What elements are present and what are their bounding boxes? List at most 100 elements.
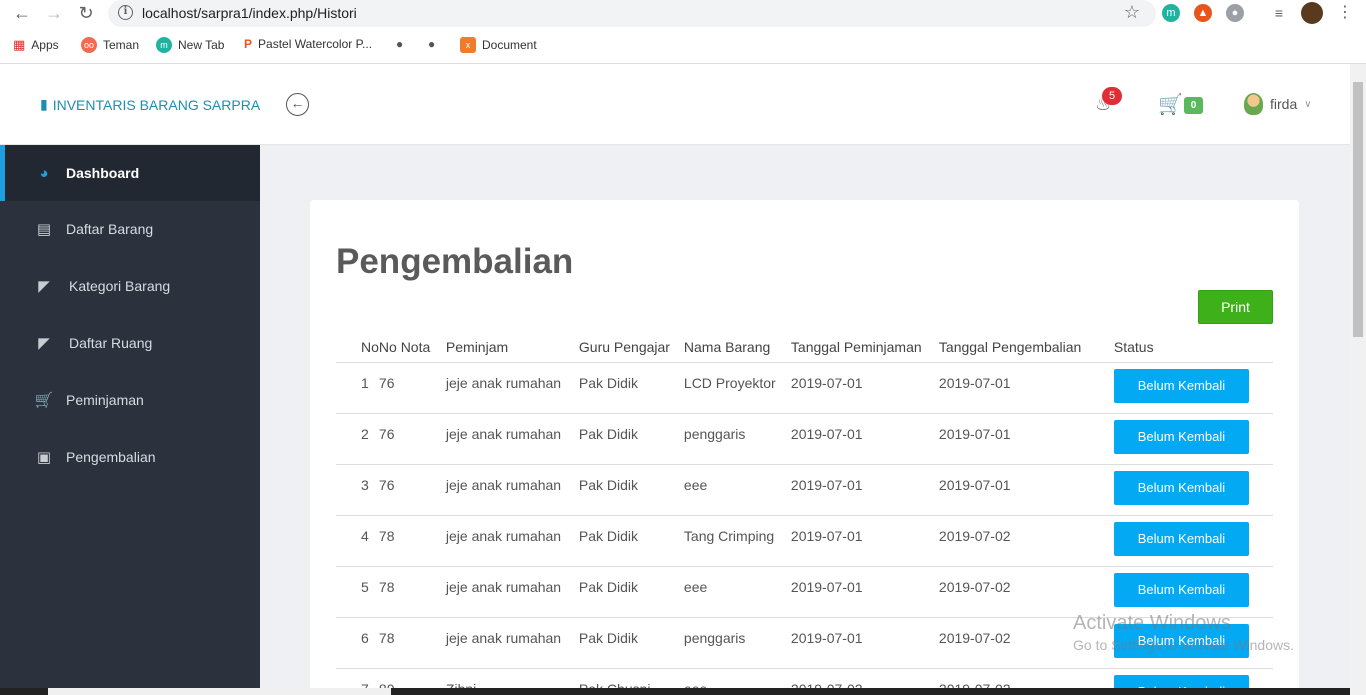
- table-row: 3 76 jeje anak rumahan Pak Didik eee 2019-07-…: [336, 464, 1273, 516]
- status-button[interactable]: Belum Kembali: [1113, 572, 1249, 607]
- column-header: Status: [1113, 328, 1273, 363]
- status-button[interactable]: Belum Kembali: [1113, 470, 1249, 505]
- table-cell: jeje anak rumahan: [445, 566, 579, 618]
- bookmark-document[interactable]: x Document: [460, 37, 537, 53]
- table-cell: Belum Kembali: [1113, 464, 1273, 516]
- table-cell: Belum Kembali: [1113, 515, 1273, 567]
- teman-icon: oo: [81, 37, 97, 53]
- table-cell: 76: [378, 362, 446, 414]
- table-cell: 2019-07-01: [790, 464, 939, 516]
- table-cell: Pak Didik: [578, 566, 684, 618]
- table-cell: 2019-07-01: [938, 413, 1114, 465]
- book-icon: ▤: [36, 221, 52, 238]
- address-bar[interactable]: i localhost/sarpra1/index.php/Histori ☆: [108, 0, 1156, 27]
- forward-arrow-icon[interactable]: →: [43, 2, 65, 24]
- bookmark-teman[interactable]: oo Teman: [81, 37, 139, 53]
- cart-icon: 🛒: [34, 392, 54, 409]
- table-cell: Belum Kembali: [1113, 413, 1273, 465]
- extension-shield-icon[interactable]: ●: [1226, 4, 1244, 22]
- browser-chrome: ← → ↻ i localhost/sarpra1/index.php/Hist…: [0, 0, 1366, 64]
- info-icon[interactable]: i: [118, 5, 133, 20]
- table-row: 2 76 jeje anak rumahan Pak Didik penggaris 20…: [336, 413, 1273, 465]
- pinterest-icon: P: [244, 37, 253, 51]
- table-cell: 2019-07-02: [938, 566, 1114, 618]
- back-arrow-icon[interactable]: ←: [11, 2, 33, 24]
- table-row: 5 78 jeje anak rumahan Pak Didik eee 2019-07-…: [336, 566, 1273, 618]
- print-button[interactable]: Print: [1198, 290, 1273, 324]
- area-chart-icon: ◤: [38, 335, 50, 352]
- table-row: 1 76 jeje anak rumahan Pak Didik LCD Proyekt…: [336, 362, 1273, 414]
- bookmark-new-tab[interactable]: m New Tab: [156, 37, 224, 53]
- book-icon: ▮: [40, 96, 48, 112]
- table-cell: 2019-07-01: [790, 362, 939, 414]
- table-cell: 2019-07-01: [938, 464, 1114, 516]
- bookmark-globe-2[interactable]: ●: [428, 37, 435, 51]
- windows-activation-watermark: Activate Windows Go to Settings to activ…: [1073, 612, 1294, 653]
- table-cell: 2: [336, 413, 379, 465]
- cart-icon[interactable]: 🛒: [1158, 92, 1183, 117]
- area-chart-icon: ◤: [38, 278, 50, 295]
- table-cell: 2019-07-02: [938, 515, 1114, 567]
- watermark-subtitle: Go to Settings to activate Windows.: [1073, 637, 1294, 653]
- column-header: Peminjam: [445, 328, 579, 363]
- profile-avatar[interactable]: [1301, 2, 1323, 24]
- column-header: No Nota: [378, 328, 446, 363]
- bookmark-star-icon[interactable]: ☆: [1124, 2, 1140, 23]
- table-cell: 78: [378, 515, 446, 567]
- scrollbar-thumb[interactable]: [1353, 82, 1363, 337]
- table-cell: 3: [336, 464, 379, 516]
- user-name: firda: [1270, 96, 1298, 112]
- bookmark-globe-1[interactable]: ●: [396, 37, 403, 51]
- table-cell: 2019-07-01: [790, 617, 939, 669]
- url-text[interactable]: localhost/sarpra1/index.php/Histori: [142, 5, 357, 21]
- table-cell: jeje anak rumahan: [445, 515, 579, 567]
- bookmark-apps[interactable]: ▦ Apps: [13, 37, 59, 53]
- sidebar-item-pengembalian[interactable]: ▣ Pengembalian: [0, 429, 260, 485]
- cart-badge: 0: [1184, 97, 1203, 114]
- extension-m-icon[interactable]: m: [1162, 4, 1180, 22]
- sidebar-item-daftar-barang[interactable]: ▤ Daftar Barang: [0, 201, 260, 257]
- table-cell: 1: [336, 362, 379, 414]
- table-cell: 2019-07-01: [790, 413, 939, 465]
- user-menu[interactable]: firda ∨: [1244, 93, 1312, 115]
- status-button[interactable]: Belum Kembali: [1113, 521, 1249, 556]
- brand-link[interactable]: ▮ INVENTARIS BARANG SARPRA: [40, 96, 260, 113]
- sidebar-item-kategori-barang[interactable]: ◤ Kategori Barang: [0, 258, 260, 314]
- table-cell: Pak Didik: [578, 515, 684, 567]
- table-cell: Pak Didik: [578, 617, 684, 669]
- apps-grid-icon: ▦: [13, 37, 26, 52]
- vertical-scrollbar[interactable]: [1350, 64, 1366, 695]
- horizontal-scrollbar[interactable]: [48, 688, 391, 695]
- column-header: Tanggal Peminjaman: [790, 328, 939, 363]
- inbox-icon: ▣: [36, 449, 52, 466]
- table-cell: 78: [378, 566, 446, 618]
- table-cell: LCD Proyektor: [683, 362, 791, 414]
- table-cell: Pak Didik: [578, 413, 684, 465]
- page-title: Pengembalian: [336, 242, 574, 281]
- sidebar-item-peminjaman[interactable]: 🛒 Peminjaman: [0, 372, 260, 428]
- globe-icon: ●: [428, 37, 436, 51]
- column-header: Guru Pengajar: [578, 328, 684, 363]
- table-cell: Belum Kembali: [1113, 362, 1273, 414]
- reload-icon[interactable]: ↻: [75, 2, 97, 24]
- bookmark-pastel[interactable]: P Pastel Watercolor P...: [244, 37, 372, 51]
- app-header: ▮ INVENTARIS BARANG SARPRA ← ♨ 5 🛒 0 fir…: [0, 64, 1350, 145]
- sidebar-item-dashboard[interactable]: ◕ Dashboard: [0, 145, 260, 201]
- notification-badge: 5: [1102, 87, 1122, 105]
- menu-kebab-icon[interactable]: ⋮: [1336, 4, 1354, 22]
- extension-fire-icon[interactable]: ▲: [1194, 4, 1212, 22]
- status-button[interactable]: Belum Kembali: [1113, 368, 1249, 403]
- sidebar-item-daftar-ruang[interactable]: ◤ Daftar Ruang: [0, 315, 260, 371]
- status-button[interactable]: Belum Kembali: [1113, 419, 1249, 454]
- column-header: Tanggal Pengembalian: [938, 328, 1114, 363]
- table-cell: 76: [378, 464, 446, 516]
- table-cell: 2019-07-01: [790, 566, 939, 618]
- media-icon[interactable]: ≡: [1270, 4, 1288, 22]
- watermark-title: Activate Windows: [1073, 612, 1231, 634]
- table-cell: 2019-07-01: [790, 515, 939, 567]
- user-avatar: [1244, 93, 1263, 115]
- table-cell: jeje anak rumahan: [445, 413, 579, 465]
- table-cell: eee: [683, 464, 791, 516]
- sidebar-toggle-arrow-icon[interactable]: ←: [286, 93, 309, 116]
- sidebar: ◕ Dashboard ▤ Daftar Barang ◤ Kategori B…: [0, 145, 260, 695]
